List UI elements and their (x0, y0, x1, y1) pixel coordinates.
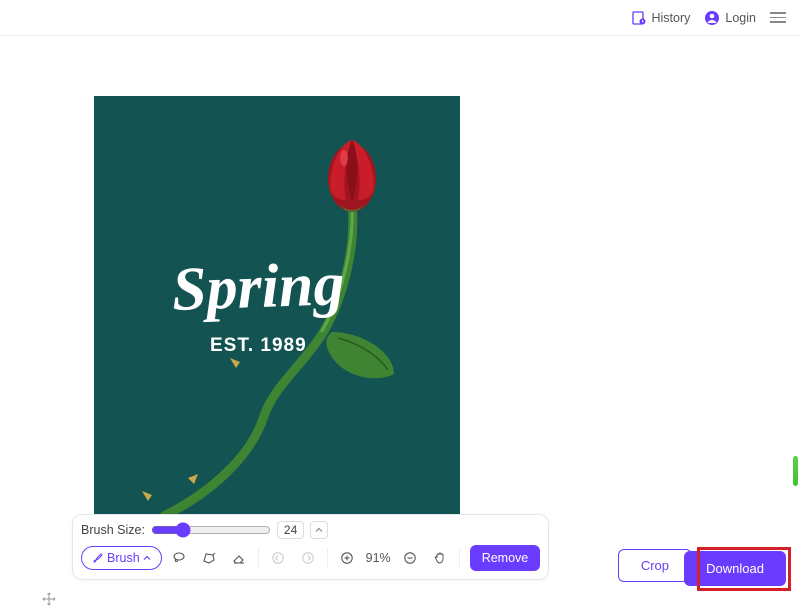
zoom-in-button[interactable] (334, 545, 360, 571)
brush-size-slider[interactable] (151, 522, 271, 538)
app-header: History Login (0, 0, 800, 36)
menu-button[interactable] (770, 12, 786, 23)
history-label: History (652, 11, 691, 25)
editor-toolbar: Brush Size: 24 Brush (72, 514, 549, 580)
scroll-indicator[interactable] (793, 456, 798, 486)
remove-button[interactable]: Remove (470, 545, 541, 571)
undo-button[interactable] (265, 545, 291, 571)
brush-tool-label: Brush (107, 551, 140, 565)
pan-tool[interactable] (427, 545, 453, 571)
brush-size-label: Brush Size: (81, 523, 145, 537)
brush-size-value: 24 (277, 521, 304, 539)
redo-button[interactable] (295, 545, 321, 571)
history-button[interactable]: History (631, 10, 691, 26)
brush-size-stepper[interactable] (310, 521, 328, 539)
brush-tool-button[interactable]: Brush (81, 546, 162, 570)
brush-icon (92, 552, 104, 564)
tool-row: Brush (81, 545, 540, 571)
eraser-tool[interactable] (226, 545, 252, 571)
crop-button[interactable]: Crop (618, 549, 692, 582)
login-label: Login (725, 11, 756, 25)
zoom-level: 91% (364, 551, 393, 565)
separator (258, 548, 259, 568)
brush-size-row: Brush Size: 24 (81, 521, 540, 539)
login-button[interactable]: Login (704, 10, 756, 26)
download-button[interactable]: Download (684, 551, 786, 586)
canvas-title: Spring (171, 249, 346, 326)
canvas-subtitle: EST. 1989 (210, 335, 307, 357)
zoom-out-button[interactable] (397, 545, 423, 571)
canvas-image[interactable]: Spring EST. 1989 (94, 96, 460, 534)
lasso-tool[interactable] (166, 545, 192, 571)
separator (327, 548, 328, 568)
chevron-up-icon (143, 554, 151, 562)
canvas-area: Spring EST. 1989 Brush Size: 24 Brush (0, 36, 800, 604)
polygon-tool[interactable] (196, 545, 222, 571)
user-icon (704, 10, 720, 26)
move-toolbar-handle[interactable] (40, 590, 58, 608)
separator (459, 548, 460, 568)
history-icon (631, 10, 647, 26)
